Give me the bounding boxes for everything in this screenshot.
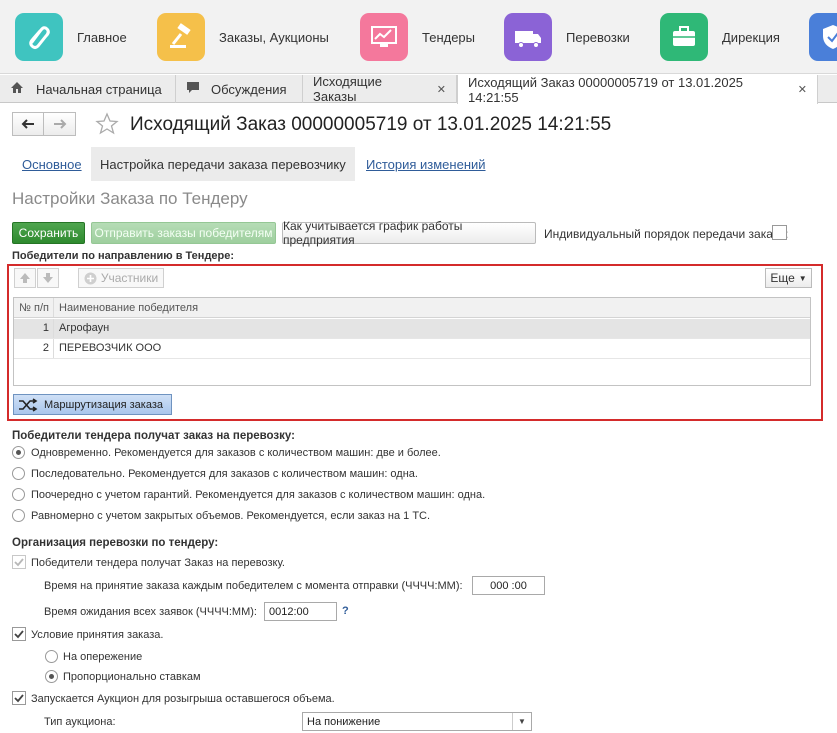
section-title: Настройки Заказа по Тендеру bbox=[12, 189, 248, 208]
individual-order-checkbox[interactable] bbox=[772, 225, 787, 240]
receive-order-label: Победители тендера получат Заказ на пере… bbox=[31, 557, 285, 569]
truck-icon bbox=[504, 13, 552, 61]
accept-time-input[interactable]: 000 :00 bbox=[472, 576, 545, 595]
tab-current-order[interactable]: Исходящий Заказ 00000005719 от 13.01.202… bbox=[457, 75, 818, 105]
radio-label: Пропорционально ставкам bbox=[63, 671, 201, 683]
condition-label: Условие принятия заказа. bbox=[31, 629, 164, 641]
delivery-heading: Победители тендера получат заказ на пере… bbox=[12, 430, 295, 442]
tab-outgoing-orders[interactable]: Исходящие Заказы ✕ bbox=[303, 74, 457, 104]
subtab-carrier-settings[interactable]: Настройка передачи заказа перевозчику bbox=[91, 147, 355, 181]
section-label: Дирекция bbox=[722, 29, 780, 45]
participants-button[interactable]: Участники bbox=[78, 268, 164, 288]
radio-alternating[interactable] bbox=[12, 488, 25, 501]
send-orders-button[interactable]: Отправить заказы победителям bbox=[91, 222, 276, 244]
section-transport[interactable]: Перевозки bbox=[504, 13, 630, 61]
receive-order-checkbox[interactable] bbox=[12, 555, 26, 569]
individual-order-label: Индивидуальный порядок передачи заказа: bbox=[544, 227, 789, 241]
history-nav bbox=[12, 112, 76, 136]
save-button[interactable]: Сохранить bbox=[12, 222, 85, 244]
page-title: Исходящий Заказ 00000005719 от 13.01.202… bbox=[130, 114, 612, 135]
chat-icon bbox=[186, 81, 200, 97]
tab-home[interactable]: Начальная страница bbox=[0, 75, 176, 103]
favorite-star-icon[interactable] bbox=[95, 112, 119, 139]
section-label: Перевозки bbox=[566, 29, 630, 45]
winners-table: № п/п Наименование победителя 1 Агрофаун… bbox=[13, 297, 811, 386]
winners-heading: Победители по направлению в Тендере: bbox=[12, 250, 235, 262]
section-main[interactable]: Главное bbox=[15, 13, 127, 61]
arrow-right-icon bbox=[53, 119, 66, 129]
radio-simultaneous[interactable] bbox=[12, 446, 25, 459]
radio-label: Поочередно с учетом гарантий. Рекомендуе… bbox=[31, 489, 486, 501]
condition-checkbox[interactable] bbox=[12, 627, 26, 641]
radio-label: Одновременно. Рекомендуется для заказов … bbox=[31, 447, 441, 459]
section-label: Тендеры bbox=[422, 29, 476, 45]
subtab-main[interactable]: Основное bbox=[22, 147, 82, 181]
back-button[interactable] bbox=[12, 112, 44, 136]
section-directorate[interactable]: Дирекция bbox=[660, 13, 780, 61]
subtab-history[interactable]: История изменений bbox=[366, 147, 486, 181]
section-orders[interactable]: Заказы, Аукционы bbox=[157, 13, 329, 61]
table-row[interactable]: 1 Агрофаун bbox=[14, 319, 810, 339]
tab-bar: Начальная страница Обсуждения Исходящие … bbox=[0, 74, 837, 105]
auction-type-select[interactable]: На понижение ▼ bbox=[302, 712, 532, 731]
auction-checkbox[interactable] bbox=[12, 691, 26, 705]
table-row[interactable]: 2 ПЕРЕВОЗЧИК ООО bbox=[14, 339, 810, 359]
auction-label: Запускается Аукцион для розыгрыша оставш… bbox=[31, 693, 335, 705]
column-header-name[interactable]: Наименование победителя bbox=[59, 298, 198, 317]
section-label: Заказы, Аукционы bbox=[219, 29, 329, 45]
check-icon bbox=[14, 557, 24, 566]
forward-button[interactable] bbox=[44, 112, 76, 136]
home-icon bbox=[10, 81, 24, 97]
radio-proportional[interactable] bbox=[45, 670, 58, 683]
add-icon bbox=[84, 272, 97, 284]
dropdown-arrow-icon: ▼ bbox=[798, 273, 807, 283]
section-label: Главное bbox=[77, 29, 127, 45]
arrow-up-icon bbox=[20, 273, 30, 283]
column-header-num[interactable]: № п/п bbox=[14, 298, 54, 317]
more-menu-button[interactable]: Еще ▼ bbox=[765, 268, 812, 288]
section-security[interactable] bbox=[809, 13, 837, 61]
work-schedule-button[interactable]: Как учитывается график работы предприяти… bbox=[282, 219, 536, 247]
radio-label: Последовательно. Рекомендуется для заказ… bbox=[31, 468, 418, 480]
check-icon bbox=[14, 693, 24, 702]
sections-panel: Главное Заказы, Аукционы Тендеры Перевоз… bbox=[0, 0, 837, 74]
link-icon bbox=[15, 13, 63, 61]
chart-monitor-icon bbox=[360, 13, 408, 61]
check-icon bbox=[14, 629, 24, 638]
shuffle-icon bbox=[19, 397, 38, 412]
wait-time-label: Время ожидания всех заявок (ЧЧЧЧ:ММ): bbox=[44, 606, 257, 618]
auction-type-label: Тип аукциона: bbox=[44, 716, 116, 728]
shield-icon bbox=[809, 13, 837, 61]
routing-button[interactable]: Маршрутизация заказа bbox=[13, 394, 172, 415]
table-header: № п/п Наименование победителя bbox=[14, 298, 810, 318]
radio-label: На опережение bbox=[63, 651, 143, 663]
move-up-button[interactable] bbox=[14, 268, 36, 288]
close-icon[interactable]: ✕ bbox=[798, 83, 807, 96]
radio-label: Равномерно с учетом закрытых объемов. Ре… bbox=[31, 510, 431, 522]
help-icon[interactable]: ? bbox=[342, 605, 349, 617]
dropdown-arrow-icon[interactable]: ▼ bbox=[512, 713, 531, 730]
move-down-button[interactable] bbox=[37, 268, 59, 288]
gavel-icon bbox=[157, 13, 205, 61]
close-icon[interactable]: ✕ bbox=[437, 83, 446, 96]
radio-advance[interactable] bbox=[45, 650, 58, 663]
radio-sequential[interactable] bbox=[12, 467, 25, 480]
arrow-left-icon bbox=[21, 119, 34, 129]
wait-time-input[interactable]: 0012:00 bbox=[264, 602, 337, 621]
tab-discussions[interactable]: Обсуждения bbox=[176, 75, 303, 103]
section-tenders[interactable]: Тендеры bbox=[360, 13, 475, 61]
briefcase-icon bbox=[660, 13, 708, 61]
arrow-down-icon bbox=[43, 273, 53, 283]
accept-time-label: Время на принятие заказа каждым победите… bbox=[44, 580, 463, 592]
organization-heading: Организация перевозки по тендеру: bbox=[12, 537, 219, 549]
radio-uniform[interactable] bbox=[12, 509, 25, 522]
